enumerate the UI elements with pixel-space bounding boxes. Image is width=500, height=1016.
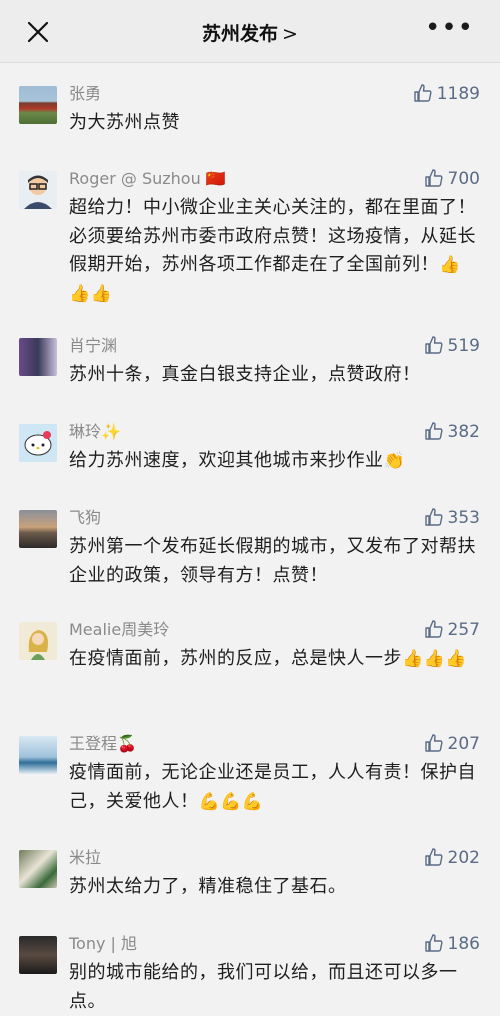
- cherries-icon: 🍒: [117, 734, 137, 753]
- sparkles-icon: ✨: [101, 422, 121, 441]
- commenter-name-text: 琳玲: [69, 422, 102, 441]
- comment-text-body: 疫情面前，无论企业还是员工，人人有责！保护自己，关爱他人！: [69, 762, 476, 812]
- avatar[interactable]: [19, 510, 57, 548]
- like-button[interactable]: 382: [424, 420, 480, 444]
- avatar[interactable]: [19, 736, 57, 774]
- thumbs-up-icon: [424, 848, 443, 866]
- china-flag-icon: 🇨🇳: [205, 169, 226, 188]
- avatar[interactable]: [19, 424, 57, 462]
- thumbs-up-icon: [424, 620, 443, 638]
- thumbs-up-icon: [424, 336, 443, 354]
- like-count: 353: [447, 508, 480, 528]
- like-button[interactable]: 353: [424, 506, 480, 530]
- thumbs-up-emoji: 👍👍👍: [402, 649, 468, 669]
- like-count: 202: [447, 848, 480, 868]
- comment-text-body: 在疫情面前，苏州的反应，总是快人一步: [69, 648, 402, 669]
- thumbs-up-icon: [424, 508, 443, 526]
- comment-item: 700 Roger @ Suzhou 🇨🇳 超给力！中小微企业主关心关注的，都在…: [0, 167, 500, 308]
- like-button[interactable]: 519: [424, 334, 480, 358]
- chevron-right-icon: >: [282, 23, 298, 45]
- like-count: 257: [447, 620, 480, 640]
- commenter-name: 王登程🍒: [69, 732, 480, 756]
- comment-item: 519 肖宁渊 苏州十条，真金白银支持企业，点赞政府！: [0, 334, 500, 390]
- comment-text: 苏州第一个发布延长假期的城市，又发布了对帮扶企业的政策，领导有方！点赞！: [69, 536, 476, 586]
- commenter-name-text: Roger @ Suzhou: [69, 169, 201, 188]
- like-button[interactable]: 700: [424, 167, 480, 191]
- comment-text: 苏州十条，真金白银支持企业，点赞政府！: [69, 364, 421, 385]
- comment-item: 257 Mealie周美玲 在疫情面前，苏州的反应，总是快人一步👍👍👍: [0, 618, 500, 674]
- comment-text-body: 给力苏州速度，欢迎其他城市来抄作业: [69, 450, 384, 471]
- title-text: 苏州发布: [202, 23, 279, 45]
- comment-item: 186 Tony | 旭 别的城市能给的，我们可以给，而且还可以多一点。: [0, 932, 500, 1016]
- illustrated-girl-avatar-icon: [28, 630, 48, 660]
- comment-text-body: 超给力！中小微企业主关心关注的，都在里面了！必须要给苏州市委市政府点赞！这场疫情…: [69, 197, 476, 275]
- comment-item: 382 琳玲✨ 给力苏州速度，欢迎其他城市来抄作业👏: [0, 420, 500, 476]
- commenter-name: Mealie周美玲: [69, 620, 170, 639]
- thumbs-up-icon: [414, 84, 432, 102]
- clapping-emoji: 👏: [383, 451, 406, 471]
- commenter-name: Tony | 旭: [69, 934, 138, 953]
- commenter-name: 米拉: [69, 848, 102, 867]
- flexed-biceps-emoji: 💪💪💪: [198, 791, 264, 812]
- like-count: 207: [447, 734, 480, 754]
- comment-text: 超给力！中小微企业主关心关注的，都在里面了！必须要给苏州市委市政府点赞！这场疫情…: [69, 194, 480, 308]
- thumbs-up-icon: [424, 734, 443, 752]
- comment-text: 苏州太给力了，精准稳住了基石。: [69, 876, 347, 897]
- cartoon-avatar-icon: [24, 175, 52, 209]
- like-button[interactable]: 207: [424, 732, 480, 756]
- avatar[interactable]: [19, 850, 57, 888]
- top-bar: 苏州发布 > •••: [0, 0, 500, 63]
- comment-item: 1189 张勇 为大苏州点赞: [0, 82, 500, 138]
- commenter-name: 飞狗: [69, 508, 102, 527]
- avatar[interactable]: [19, 86, 57, 124]
- comment-text: 给力苏州速度，欢迎其他城市来抄作业👏: [69, 447, 480, 476]
- thumbs-up-icon: [424, 422, 443, 440]
- thumbs-up-icon: [424, 169, 443, 187]
- avatar[interactable]: [19, 622, 57, 660]
- like-button[interactable]: 257: [424, 618, 480, 642]
- hello-kitty-avatar-icon: [24, 431, 52, 456]
- like-count: 1189: [436, 84, 480, 104]
- like-button[interactable]: 1189: [413, 82, 480, 106]
- avatar[interactable]: [19, 171, 57, 209]
- comment-item: 207 王登程🍒 疫情面前，无论企业还是员工，人人有责！保护自己，关爱他人！💪💪…: [0, 732, 500, 816]
- like-button[interactable]: 186: [424, 932, 480, 956]
- avatar[interactable]: [19, 936, 57, 974]
- like-count: 186: [447, 934, 480, 954]
- commenter-name: 琳玲✨: [69, 420, 480, 444]
- commenter-name: Roger @ Suzhou 🇨🇳: [69, 167, 480, 191]
- thumbs-up-icon: [424, 934, 443, 952]
- comment-text: 别的城市能给的，我们可以给，而且还可以多一点。: [69, 962, 458, 1012]
- comment-text: 在疫情面前，苏州的反应，总是快人一步👍👍👍: [69, 645, 480, 674]
- like-count: 519: [447, 336, 480, 356]
- comment-item: 202 米拉 苏州太给力了，精准稳住了基石。: [0, 846, 500, 902]
- comment-item: 353 飞狗 苏州第一个发布延长假期的城市，又发布了对帮扶企业的政策，领导有方！…: [0, 506, 500, 590]
- comment-text: 为大苏州点赞: [69, 112, 180, 133]
- more-options-icon[interactable]: •••: [425, 15, 474, 41]
- commenter-name-text: 王登程: [69, 734, 118, 753]
- like-count: 382: [447, 422, 480, 442]
- comment-text: 疫情面前，无论企业还是员工，人人有责！保护自己，关爱他人！💪💪💪: [69, 759, 480, 816]
- commenter-name: 肖宁渊: [69, 336, 118, 355]
- avatar[interactable]: [19, 338, 57, 376]
- like-button[interactable]: 202: [424, 846, 480, 870]
- like-count: 700: [447, 169, 480, 189]
